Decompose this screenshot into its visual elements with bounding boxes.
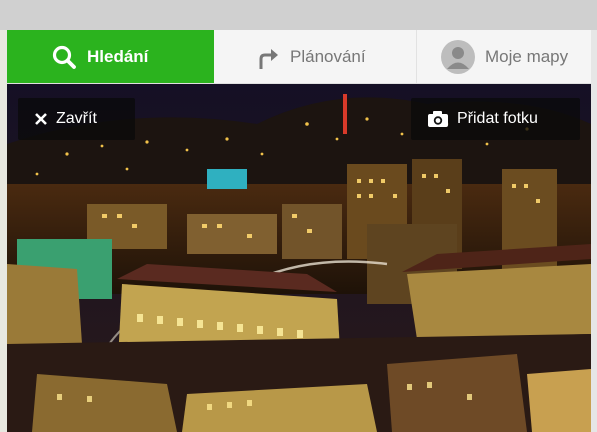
tab-my-maps[interactable]: Moje mapy — [417, 30, 591, 83]
main-tabbar: Hledání Plánování Moje mapy — [7, 30, 591, 84]
tab-planning-label: Plánování — [290, 46, 366, 66]
tab-planning[interactable]: Plánování — [214, 30, 417, 83]
close-photo-label: Zavřít — [56, 110, 97, 127]
browser-top-strip — [0, 0, 597, 30]
route-turn-icon — [259, 48, 278, 69]
add-photo-label: Přidat fotku — [457, 110, 538, 127]
user-avatar-icon — [441, 39, 475, 74]
map-edge-right — [591, 30, 597, 432]
add-photo-button[interactable]: Přidat fotku — [411, 98, 580, 140]
place-photo: Zavřít Přidat fotku — [7, 84, 591, 432]
search-icon — [52, 45, 76, 69]
close-photo-button[interactable]: Zavřít — [18, 98, 135, 140]
tab-my-maps-label: Moje mapy — [485, 46, 569, 66]
tab-search-label: Hledání — [87, 46, 149, 66]
close-icon — [35, 113, 47, 125]
map-edge-left — [0, 30, 7, 432]
tab-search[interactable]: Hledání — [7, 30, 214, 83]
camera-icon — [428, 111, 448, 127]
